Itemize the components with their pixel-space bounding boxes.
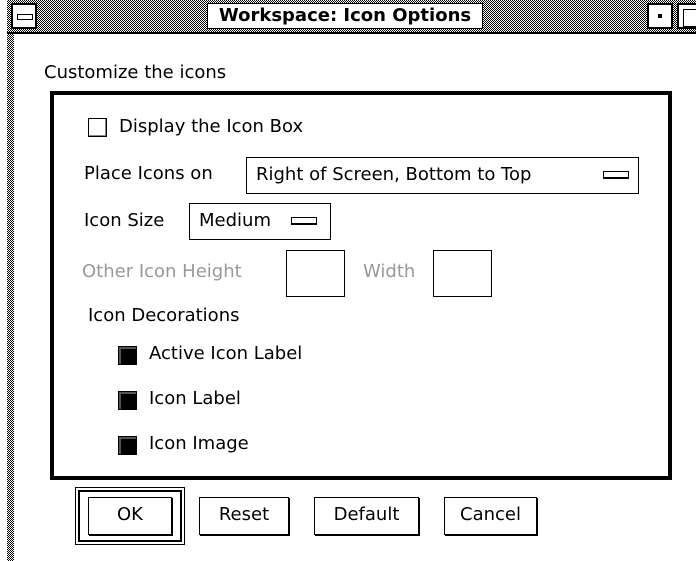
icon-image-checkbox[interactable] bbox=[118, 436, 137, 455]
icon-size-label: Icon Size bbox=[84, 210, 165, 231]
title-bar[interactable]: Workspace: Icon Options bbox=[7, 0, 696, 34]
option-menu-indicator-icon bbox=[291, 217, 317, 225]
option-menu-indicator-icon bbox=[603, 171, 629, 179]
display-icon-box-checkbox[interactable] bbox=[88, 118, 107, 137]
dialog-heading: Customize the icons bbox=[44, 62, 227, 83]
active-icon-label-label[interactable]: Active Icon Label bbox=[149, 343, 302, 364]
icon-size-value: Medium bbox=[199, 210, 271, 231]
icon-label-checkbox[interactable] bbox=[118, 391, 137, 410]
display-icon-box-label[interactable]: Display the Icon Box bbox=[119, 116, 303, 137]
window-menu-button[interactable] bbox=[11, 3, 37, 29]
reset-button[interactable]: Reset bbox=[199, 497, 289, 535]
icon-label-label[interactable]: Icon Label bbox=[149, 388, 241, 409]
other-icon-height-label: Other Icon Height bbox=[82, 261, 242, 282]
minimize-icon bbox=[658, 14, 662, 18]
maximize-button[interactable] bbox=[677, 3, 696, 29]
maximize-icon bbox=[683, 9, 696, 27]
window-menu-icon bbox=[17, 14, 33, 20]
width-field[interactable] bbox=[433, 250, 492, 297]
ok-button[interactable]: OK bbox=[88, 497, 172, 535]
icon-image-label[interactable]: Icon Image bbox=[149, 433, 249, 454]
icon-decorations-label: Icon Decorations bbox=[88, 305, 240, 326]
icon-size-option-menu[interactable]: Medium bbox=[189, 203, 331, 240]
window-title: Workspace: Icon Options bbox=[207, 3, 483, 29]
active-icon-label-checkbox[interactable] bbox=[118, 346, 137, 365]
place-icons-label: Place Icons on bbox=[84, 163, 213, 184]
other-icon-height-field[interactable] bbox=[286, 250, 345, 297]
place-icons-option-menu[interactable]: Right of Screen, Bottom to Top bbox=[246, 157, 639, 194]
cancel-button[interactable]: Cancel bbox=[444, 497, 537, 535]
window: Workspace: Icon Options Customize the ic… bbox=[0, 0, 696, 561]
default-button[interactable]: Default bbox=[314, 497, 419, 535]
icon-options-group bbox=[50, 91, 672, 480]
minimize-button[interactable] bbox=[647, 3, 673, 29]
place-icons-value: Right of Screen, Bottom to Top bbox=[256, 164, 532, 185]
window-left-border[interactable] bbox=[7, 0, 14, 561]
width-label: Width bbox=[363, 261, 416, 282]
